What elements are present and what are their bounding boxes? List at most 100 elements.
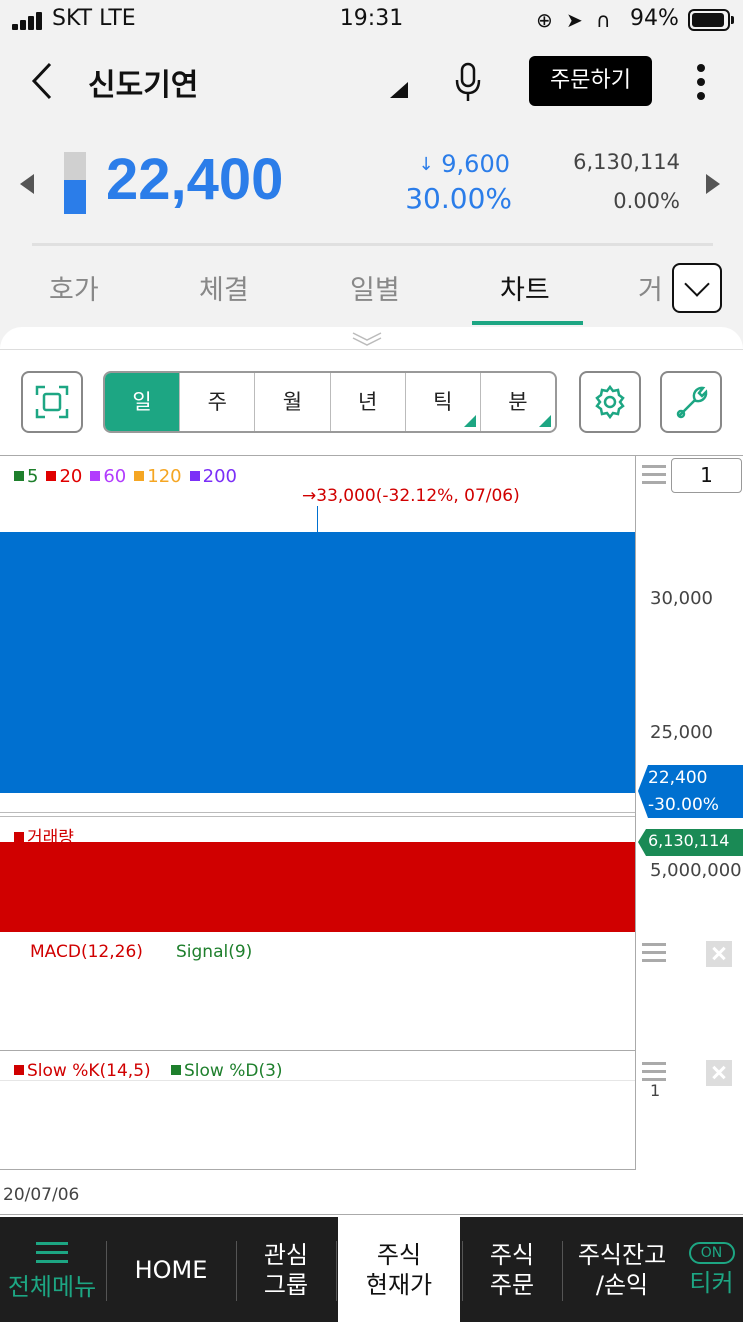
previous-stock-arrow-icon[interactable] xyxy=(20,174,34,194)
location-arrow-icon: ➤ xyxy=(566,8,583,32)
pane-divider xyxy=(0,1169,635,1170)
ma-5-swatch xyxy=(14,471,24,481)
arrow-right-icon: → xyxy=(302,486,317,506)
nav-separator xyxy=(562,1241,563,1301)
tab-trades[interactable]: 체결 xyxy=(199,268,249,307)
fullscreen-icon[interactable] xyxy=(21,371,83,433)
nav-separator xyxy=(336,1241,337,1301)
nav-ticker-label: 티커 xyxy=(689,1268,734,1297)
slow-d-legend: Slow %D(3) xyxy=(171,1061,283,1081)
nav-ticker[interactable]: ON 티커 xyxy=(680,1217,743,1322)
nav-full-menu-label: 전체메뉴 xyxy=(7,1272,97,1301)
nav-balance[interactable]: 주식잔고/손익 xyxy=(564,1217,680,1322)
nav-full-menu[interactable]: 전체메뉴 xyxy=(0,1217,104,1322)
slow-d-swatch xyxy=(171,1065,181,1075)
signal-label: Signal(9) xyxy=(176,942,253,962)
macd-close-icon[interactable] xyxy=(706,941,732,967)
ma-20-swatch xyxy=(46,471,57,481)
period-day[interactable]: 일 xyxy=(105,373,181,431)
chart-count-box[interactable]: 1 xyxy=(671,458,742,493)
slow-k-legend: Slow %K(14,5) xyxy=(14,1061,151,1081)
period-year[interactable]: 년 xyxy=(331,373,406,431)
period-year-label: 년 xyxy=(357,390,378,414)
period-day-label: 일 xyxy=(132,390,152,414)
submenu-corner-icon xyxy=(539,415,552,427)
period-week[interactable]: 주 xyxy=(180,373,256,431)
stochastic-close-icon[interactable] xyxy=(706,1060,732,1086)
orientation-lock-icon: ⊕ xyxy=(536,8,553,32)
order-button[interactable]: 주문하기 xyxy=(529,56,652,106)
price-axis-label: 30,000 xyxy=(650,588,713,609)
volume-swatch xyxy=(14,832,24,842)
nav-separator xyxy=(106,1241,107,1301)
more-options-icon[interactable] xyxy=(690,60,712,104)
ma-5: 5 xyxy=(14,466,38,487)
battery-icon xyxy=(688,9,730,31)
next-stock-arrow-icon[interactable] xyxy=(706,174,720,194)
price-candle xyxy=(0,532,635,793)
nav-home-label: HOME xyxy=(134,1255,208,1284)
volume-bar xyxy=(0,842,635,932)
date-axis-label: 20/07/06 xyxy=(3,1185,80,1205)
nav-order[interactable]: 주식 주문 xyxy=(464,1217,560,1322)
tab-partial[interactable]: 거 xyxy=(638,268,663,307)
ma-20: 20 xyxy=(46,466,82,487)
nav-home[interactable]: HOME xyxy=(108,1217,234,1322)
tab-chart[interactable]: 차트 xyxy=(500,268,550,307)
ma-200-label: 200 xyxy=(202,466,237,487)
period-month[interactable]: 월 xyxy=(255,373,331,431)
period-minute[interactable]: 분 xyxy=(481,373,555,431)
axis-divider xyxy=(635,456,636,1170)
price-level-bar xyxy=(64,152,86,214)
nav-balance-label-2: /손익 xyxy=(595,1270,649,1299)
nav-current-price[interactable]: 주식 현재가 xyxy=(338,1217,460,1322)
tab-orderbook[interactable]: 호가 xyxy=(49,268,99,307)
period-tick[interactable]: 틱 xyxy=(406,373,481,431)
nav-watchlist[interactable]: 관심 그룹 xyxy=(238,1217,334,1322)
price-pane-menu-icon[interactable] xyxy=(642,465,666,485)
stochastic-pane-menu-icon[interactable] xyxy=(642,1062,666,1082)
macd-pane-menu-icon[interactable] xyxy=(642,943,666,963)
period-month-label: 월 xyxy=(282,390,303,414)
ma-200: 200 xyxy=(189,466,237,487)
stock-name[interactable]: 신도기연 xyxy=(88,60,198,104)
nav-separator xyxy=(462,1241,463,1301)
back-icon[interactable] xyxy=(26,58,60,104)
stock-dropdown-icon[interactable] xyxy=(390,82,408,98)
stochastic-axis-label: 1 xyxy=(650,1081,661,1100)
microphone-icon[interactable] xyxy=(452,60,484,104)
price-change: ↓ 9,600 xyxy=(380,150,510,178)
period-selector: 일 주 월 년 틱 분 xyxy=(103,371,557,433)
ma-5-label: 5 xyxy=(27,466,39,487)
tabs-expand-chevron-icon[interactable] xyxy=(672,263,722,313)
settings-gear-icon[interactable] xyxy=(579,371,641,433)
ma-200-swatch xyxy=(189,471,200,481)
wrench-icon[interactable] xyxy=(660,371,722,433)
nav-watchlist-label-1: 관심 xyxy=(263,1240,309,1269)
candle-wick xyxy=(317,506,318,533)
headphones-icon: ∩ xyxy=(596,8,611,32)
submenu-corner-icon xyxy=(463,415,476,427)
ma-120: 120 xyxy=(134,466,182,487)
ma-20-label: 20 xyxy=(59,466,83,487)
macd-label: MACD(12,26) xyxy=(30,942,143,962)
ma-120-label: 120 xyxy=(147,466,182,487)
active-tab-indicator xyxy=(472,321,583,325)
slow-k-swatch xyxy=(14,1065,24,1075)
nav-separator xyxy=(236,1241,237,1301)
pane-divider xyxy=(0,816,635,817)
divider xyxy=(32,243,713,246)
price-change-percent: 30.00% xyxy=(405,182,512,215)
nav-watchlist-label-2: 그룹 xyxy=(263,1270,309,1299)
collapse-chevron-icon[interactable] xyxy=(352,331,382,347)
battery-percent: 94% xyxy=(630,6,679,31)
nav-current-price-label-1: 주식 xyxy=(376,1240,422,1269)
current-price-tag: 22,400 xyxy=(648,768,708,788)
ma-60-label: 60 xyxy=(103,466,127,487)
ticker-on-toggle[interactable]: ON xyxy=(688,1241,735,1264)
divider xyxy=(0,349,743,350)
slow-k-label: Slow %K(14,5) xyxy=(27,1061,151,1081)
tab-daily[interactable]: 일별 xyxy=(350,268,400,307)
nav-order-label-1: 주식 xyxy=(489,1240,535,1269)
price-change-value: 9,600 xyxy=(441,150,510,178)
